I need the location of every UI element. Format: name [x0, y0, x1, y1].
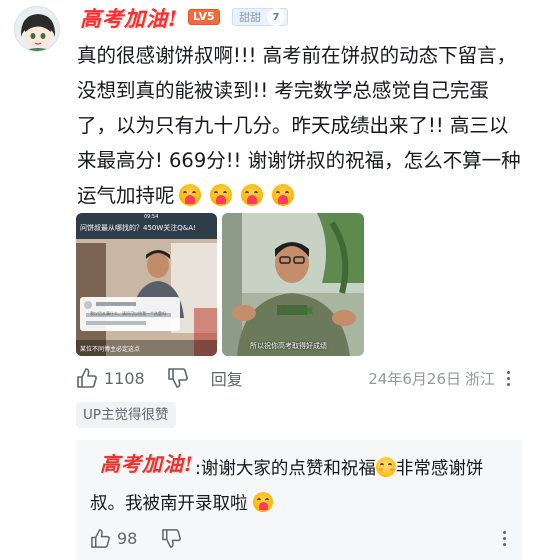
comment-image-1[interactable]: 09:54 问饼叔最从哪找的？450W关注Q&A! 我以后从事什么，请问可以给我… — [76, 213, 217, 356]
reply-dislike-button[interactable] — [161, 528, 182, 549]
blush-hearts-emoji — [375, 457, 396, 477]
fan-medal-level: 7 — [267, 8, 285, 26]
fan-medal-badge[interactable]: 甜甜 7 — [232, 8, 288, 26]
more-icon[interactable] — [507, 370, 510, 386]
shirt-text: 不要拍饼叔 — [278, 307, 313, 315]
thumbs-down-icon — [167, 368, 188, 388]
level-badge: LV5 — [188, 9, 220, 25]
reply-like-button[interactable]: 98 — [90, 528, 137, 549]
avatar[interactable] — [14, 6, 60, 52]
more-icon — [503, 530, 506, 546]
like-button[interactable]: 1108 — [76, 367, 145, 389]
blush-heart-emoji — [178, 184, 201, 206]
comment-location: 浙江 — [464, 369, 495, 388]
comment-actions: 1108 回复 24年6月26日 浙江 — [76, 366, 522, 390]
blush-heart-emoji — [240, 184, 263, 206]
reply-text: :谢谢大家的点赞和祝福 非常感谢饼叔。我被南开录取啦 — [90, 452, 518, 522]
thumbs-up-icon — [91, 528, 110, 548]
dislike-button[interactable] — [167, 367, 189, 389]
comment-text: 真的很感谢饼叔啊!!! 高考前在饼叔的动态下留言，没想到真的能被读到!! 考完数… — [77, 38, 522, 213]
blush-heart-emoji — [271, 184, 294, 206]
blush-heart-emoji — [253, 492, 274, 512]
reply-label: 回复 — [210, 370, 243, 389]
video-subtitle: 某位不同博主必定这点 — [80, 346, 141, 353]
fan-medal-name: 甜甜 — [239, 11, 261, 24]
reply-actions: 98 — [90, 526, 518, 550]
reply-button[interactable]: 回复 — [211, 366, 243, 390]
video-time: 09:54 — [144, 214, 159, 220]
blush-heart-emoji — [209, 184, 232, 206]
thumbs-up-icon — [77, 368, 97, 388]
reply-like-count: 98 — [117, 528, 138, 548]
thumbs-down-icon — [162, 528, 182, 548]
reply-text-part1: :谢谢大家的点赞和祝福 — [195, 459, 376, 479]
username-logo[interactable]: 高考加油! — [80, 3, 178, 33]
video-title: 问饼叔最从哪找的？450W关注Q&A! — [80, 224, 196, 232]
chat-line: 我以后从事什么，请问可以给我一个选题吗 — [90, 311, 166, 316]
comment-date: 24年6月26日 — [368, 369, 461, 388]
comment-image-2[interactable]: 不要拍饼叔 所以祝你高考取得好成绩 — [222, 213, 364, 356]
comment-meta: 24年6月26日 浙江 — [368, 368, 522, 389]
up-liked-tag: UP主觉得很赞 — [76, 402, 176, 428]
video-subtitle: 所以祝你高考取得好成绩 — [250, 342, 327, 350]
like-count: 1108 — [104, 368, 145, 388]
comment-body: 真的很感谢饼叔啊!!! 高考前在饼叔的动态下留言，没想到真的能被读到!! 考完数… — [77, 44, 521, 207]
reply-more-button[interactable] — [503, 530, 506, 546]
